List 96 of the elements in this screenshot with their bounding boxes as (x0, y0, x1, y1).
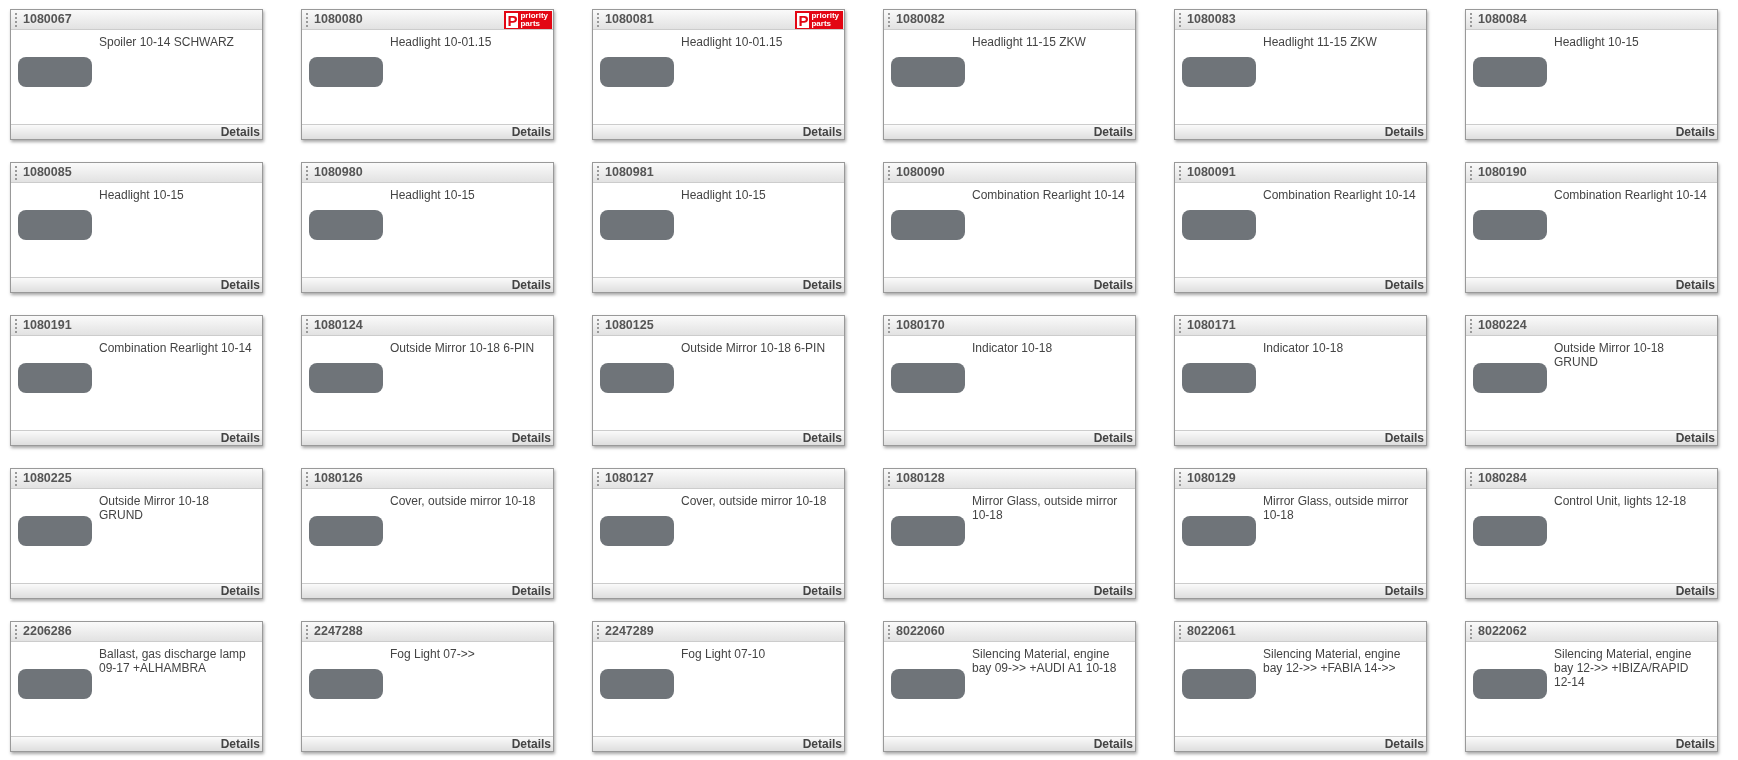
article-number: 1080225 (23, 470, 72, 488)
badge-text: parts (811, 20, 831, 28)
product-description: Outside Mirror 10-18 GRUND (99, 493, 211, 524)
details-link[interactable]: Details (220, 585, 262, 597)
product-description: Silencing Material, engine bay 12->> +IBIZA/RAPID 12-14 (1554, 646, 1693, 691)
product-description: Silencing Material, engine bay 12->> +FABIA 14->> (1263, 646, 1402, 677)
article-number: 1080190 (1478, 164, 1527, 182)
article-number: 8022061 (1187, 623, 1236, 641)
details-link[interactable]: Details (802, 279, 844, 291)
product-description: Headlight 10-15 (681, 187, 767, 204)
article-number: 8022060 (896, 623, 945, 641)
product-description: Combination Rearlight 10-14 (99, 340, 253, 357)
product-description: Combination Rearlight 10-14 (1554, 187, 1708, 204)
article-number: 1080224 (1478, 317, 1527, 335)
product-description: Indicator 10-18 (1263, 340, 1345, 357)
details-link[interactable]: Details (511, 738, 553, 750)
details-link[interactable]: Details (802, 738, 844, 750)
details-link[interactable]: Details (802, 432, 844, 444)
details-link[interactable]: Details (511, 279, 553, 291)
details-link[interactable]: Details (220, 738, 262, 750)
product-description: Headlight 11-15 ZKW (1263, 34, 1378, 51)
article-number: 8022062 (1478, 623, 1527, 641)
details-link[interactable]: Details (1093, 738, 1135, 750)
badge-letter: P (797, 12, 810, 28)
details-link[interactable]: Details (802, 585, 844, 597)
product-description: Headlight 10-01.15 (390, 34, 493, 51)
product-description: Headlight 10-15 (99, 187, 185, 204)
article-number: 1080126 (314, 470, 363, 488)
details-link[interactable]: Details (1384, 126, 1426, 138)
details-link[interactable]: Details (1093, 126, 1135, 138)
article-number: 1080085 (23, 164, 72, 182)
details-link[interactable]: Details (1675, 126, 1717, 138)
article-number: 2206286 (23, 623, 72, 641)
product-description: Combination Rearlight 10-14 (972, 187, 1126, 204)
product-description: Cover, outside mirror 10-18 (390, 493, 537, 510)
product-description: Mirror Glass, outside mirror 10-18 (1263, 493, 1410, 524)
badge-text: parts (520, 20, 540, 28)
article-number: 1080170 (896, 317, 945, 335)
details-link[interactable]: Details (1093, 432, 1135, 444)
details-link[interactable]: Details (1384, 738, 1426, 750)
details-link[interactable]: Details (1384, 585, 1426, 597)
article-number: 1080090 (896, 164, 945, 182)
article-number: 1080128 (896, 470, 945, 488)
badge-letter: P (506, 12, 519, 28)
details-link[interactable]: Details (1093, 279, 1135, 291)
article-number: 1080125 (605, 317, 654, 335)
article-number: 1080084 (1478, 11, 1527, 29)
badge-text: priority (520, 12, 548, 20)
product-description: Headlight 11-15 ZKW (972, 34, 1087, 51)
product-description: Outside Mirror 10-18 6-PIN (390, 340, 536, 357)
details-link[interactable]: Details (1675, 738, 1717, 750)
details-link[interactable]: Details (1675, 279, 1717, 291)
details-link[interactable]: Details (511, 585, 553, 597)
details-link[interactable]: Details (802, 126, 844, 138)
product-description: Silencing Material, engine bay 09->> +AUDI A1 10-18 (972, 646, 1118, 677)
product-description: Indicator 10-18 (972, 340, 1054, 357)
article-number: 1080091 (1187, 164, 1236, 182)
details-link[interactable]: Details (220, 432, 262, 444)
details-link[interactable]: Details (1675, 432, 1717, 444)
product-description: Outside Mirror 10-18 GRUND (1554, 340, 1666, 371)
product-description: Outside Mirror 10-18 6-PIN (681, 340, 827, 357)
article-number: 1080981 (605, 164, 654, 182)
article-number: 1080129 (1187, 470, 1236, 488)
details-link[interactable]: Details (220, 279, 262, 291)
article-number: 1080083 (1187, 11, 1236, 29)
article-number: 2247288 (314, 623, 363, 641)
article-number: 1080067 (23, 11, 72, 29)
product-description: Combination Rearlight 10-14 (1263, 187, 1417, 204)
article-number: 1080171 (1187, 317, 1236, 335)
product-description: Fog Light 07->> (390, 646, 476, 663)
article-number: 1080284 (1478, 470, 1527, 488)
details-link[interactable]: Details (1384, 279, 1426, 291)
details-link[interactable]: Details (1675, 585, 1717, 597)
article-number: 1080124 (314, 317, 363, 335)
product-description: Headlight 10-15 (390, 187, 476, 204)
article-number: 1080980 (314, 164, 363, 182)
details-link[interactable]: Details (511, 126, 553, 138)
article-number: 1080127 (605, 470, 654, 488)
details-link[interactable]: Details (1093, 585, 1135, 597)
product-description: Mirror Glass, outside mirror 10-18 (972, 493, 1119, 524)
article-number: 1080191 (23, 317, 72, 335)
details-link[interactable]: Details (511, 432, 553, 444)
product-description: Control Unit, lights 12-18 (1554, 493, 1688, 510)
article-number: 1080080 (314, 11, 363, 29)
product-description: Ballast, gas discharge lamp 09-17 +ALHAMBRA (99, 646, 247, 677)
product-description: Spoiler 10-14 SCHWARZ (99, 34, 235, 51)
article-number: 2247289 (605, 623, 654, 641)
product-description: Fog Light 07-10 (681, 646, 767, 663)
article-number: 1080081 (605, 11, 654, 29)
product-description: Headlight 10-01.15 (681, 34, 784, 51)
product-description: Cover, outside mirror 10-18 (681, 493, 828, 510)
article-number: 1080082 (896, 11, 945, 29)
badge-text: priority (811, 12, 839, 20)
details-link[interactable]: Details (1384, 432, 1426, 444)
details-link[interactable]: Details (220, 126, 262, 138)
product-description: Headlight 10-15 (1554, 34, 1640, 51)
